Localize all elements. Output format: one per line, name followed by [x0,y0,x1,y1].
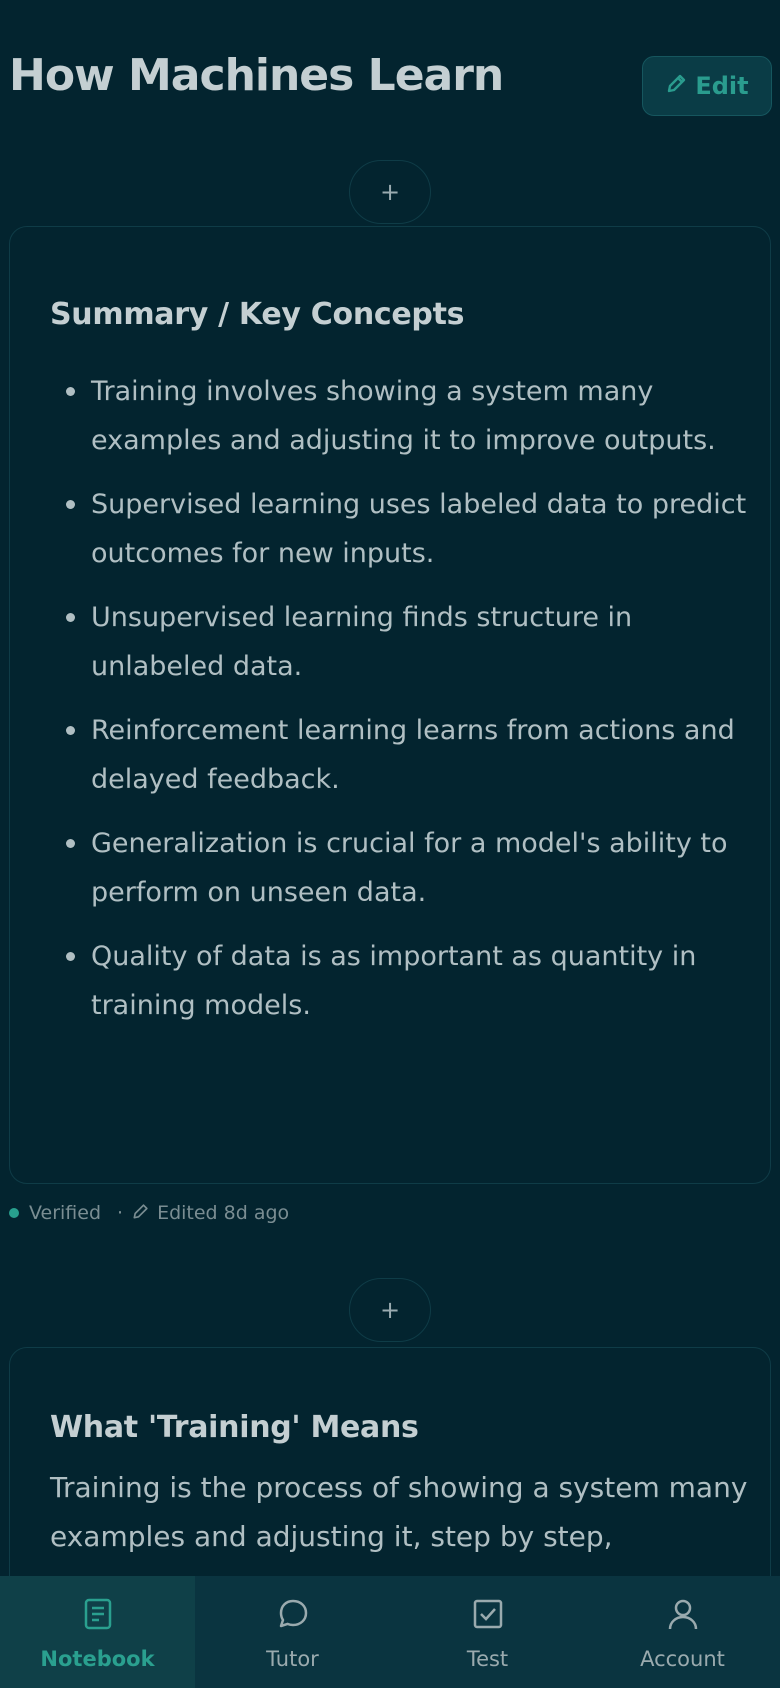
card-title: What 'Training' Means [50,1410,419,1445]
bullet-icon [66,387,75,396]
checkbox-icon [468,1594,508,1639]
bullet-icon [66,952,75,961]
nav-tutor[interactable]: Tutor [195,1576,390,1688]
bullet-icon [66,613,75,622]
list-item: Quality of data is as important as quant… [50,932,750,1030]
pencil-icon [665,71,689,101]
add-section-button[interactable]: + [349,1278,431,1342]
edit-button[interactable]: Edit [642,56,772,116]
list-item: Generalization is crucial for a model's … [50,819,750,917]
nav-account[interactable]: Account [585,1576,780,1688]
person-icon [663,1594,703,1639]
page-header: How Machines Learn Edit [0,0,780,160]
nav-notebook[interactable]: Notebook [0,1576,195,1688]
list-item: Unsupervised learning finds structure in… [50,593,750,691]
list-item: Reinforcement learning learns from actio… [50,706,750,804]
bottom-navigation: Notebook Tutor Test Account [0,1576,780,1688]
list-item: Training involves showing a system many … [50,367,750,465]
nav-label: Notebook [40,1646,155,1671]
notebook-icon [78,1594,118,1639]
verified-dot-icon [9,1208,19,1218]
edit-button-label: Edit [695,72,749,100]
card-meta: Verified · Edited 8d ago [9,1198,289,1228]
meta-separator: · [117,1202,124,1224]
key-concepts-list: Training involves showing a system many … [50,367,750,1045]
verified-status: Verified [29,1202,102,1224]
card-paragraph: Training is the process of showing a sys… [50,1471,748,1553]
nav-label: Account [640,1646,725,1671]
nav-label: Tutor [266,1646,319,1671]
page-title: How Machines Learn [9,50,504,101]
bullet-icon [66,726,75,735]
nav-test[interactable]: Test [390,1576,585,1688]
bullet-icon [66,839,75,848]
notebook-page: How Machines Learn Edit + Summary / Key … [0,0,780,1688]
pencil-icon [131,1201,157,1226]
chat-bubble-icon [273,1594,313,1639]
list-item: Supervised learning uses labeled data to… [50,480,750,578]
summary-card: Summary / Key Concepts Training involves… [9,226,771,1184]
card-title: Summary / Key Concepts [50,297,465,332]
add-section-button[interactable]: + [349,160,431,224]
nav-label: Test [466,1646,509,1671]
bullet-icon [66,500,75,509]
edited-timestamp: Edited 8d ago [157,1202,290,1224]
